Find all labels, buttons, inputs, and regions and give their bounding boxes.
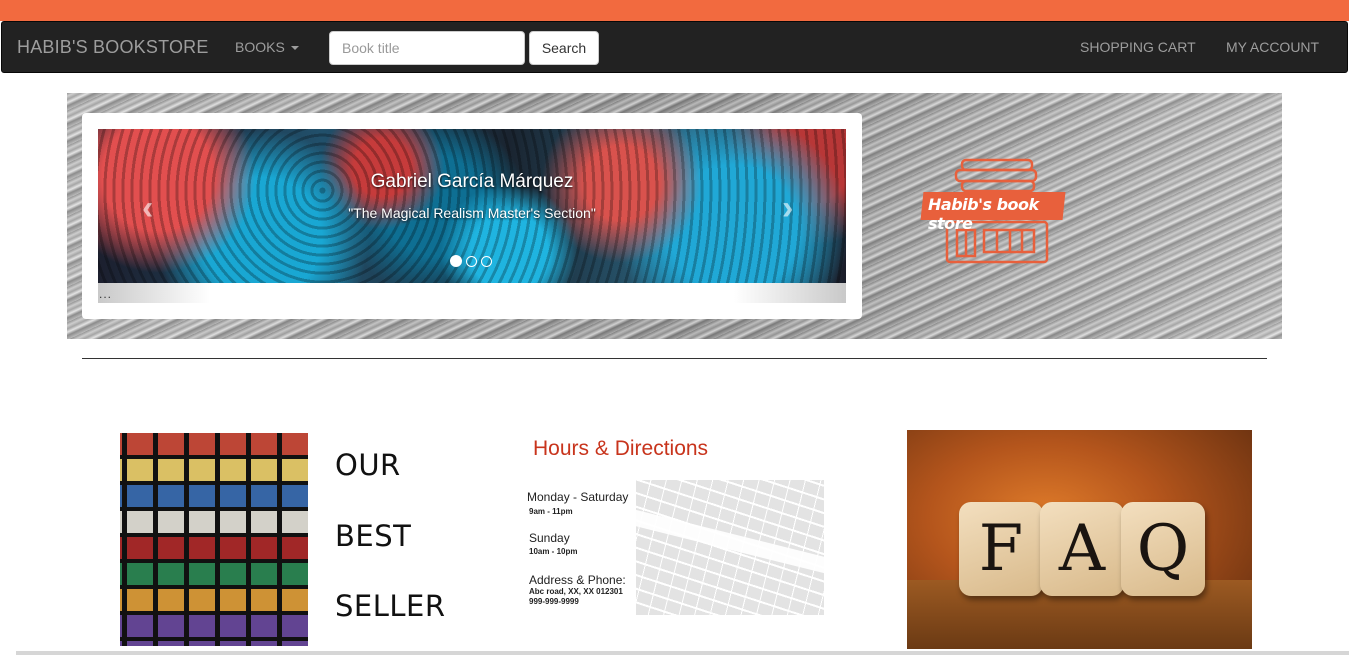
brand-link[interactable]: HABIB'S BOOKSTORE <box>17 37 209 58</box>
shopping-cart-link[interactable]: SHOPPING CART <box>1080 39 1196 55</box>
carousel-next-icon[interactable]: › <box>782 189 793 228</box>
search-button[interactable]: Search <box>529 31 599 65</box>
carousel-indicator-2[interactable] <box>466 256 477 267</box>
best-seller-line-1[interactable]: OUR <box>335 448 401 482</box>
carousel-caption-subtitle: "The Magical Realism Master's Section" <box>348 205 596 221</box>
faq-block-q: Q <box>1121 502 1205 596</box>
best-seller-line-2[interactable]: BEST <box>335 519 411 553</box>
weekday-hours: 9am - 11pm <box>529 507 573 516</box>
carousel-indicator-3[interactable] <box>481 256 492 267</box>
address-text: Abc road, XX, XX 012301 <box>529 587 623 596</box>
carousel-indicator-1[interactable] <box>450 255 462 267</box>
carousel-ellipsis: ... <box>99 287 113 301</box>
caret-down-icon <box>290 46 299 51</box>
phone-text: 999-999-9999 <box>529 597 579 606</box>
sunday-hours: 10am - 10pm <box>529 547 578 556</box>
logo-text: Habib's book store <box>928 195 1039 233</box>
books-dropdown-label: BOOKS <box>235 39 285 55</box>
hours-directions-title[interactable]: Hours & Directions <box>533 437 708 461</box>
carousel-prev-icon[interactable]: ‹ <box>142 189 153 228</box>
carousel: Gabriel García Márquez "The Magical Real… <box>82 113 862 319</box>
search-input[interactable] <box>329 31 525 65</box>
top-accent-stripe <box>0 0 1349 21</box>
horizontal-scrollbar[interactable] <box>16 651 1349 655</box>
faq-block-a: A <box>1040 502 1124 596</box>
carousel-indicators <box>450 255 492 267</box>
faq-block-f: F <box>959 502 1043 596</box>
faq-image[interactable]: F A Q <box>907 430 1252 649</box>
address-label: Address & Phone: <box>529 573 626 587</box>
section-divider <box>82 358 1267 359</box>
carousel-slide-image: Gabriel García Márquez "The Magical Real… <box>98 129 846 283</box>
best-seller-books-image[interactable] <box>120 433 308 646</box>
navbar: HABIB'S BOOKSTORE BOOKS Search SHOPPING … <box>1 21 1348 73</box>
books-dropdown[interactable]: BOOKS <box>235 39 299 55</box>
store-logo: Habib's book store <box>920 158 1072 278</box>
carousel-footer <box>98 283 846 303</box>
location-map[interactable] <box>636 480 824 615</box>
best-seller-line-3[interactable]: SELLER <box>335 589 446 623</box>
carousel-caption-title: Gabriel García Márquez <box>370 171 574 192</box>
weekday-label: Monday - Saturday <box>527 490 629 504</box>
hero-banner: Gabriel García Márquez "The Magical Real… <box>67 93 1282 339</box>
sunday-label: Sunday <box>529 531 570 545</box>
my-account-link[interactable]: MY ACCOUNT <box>1226 39 1319 55</box>
